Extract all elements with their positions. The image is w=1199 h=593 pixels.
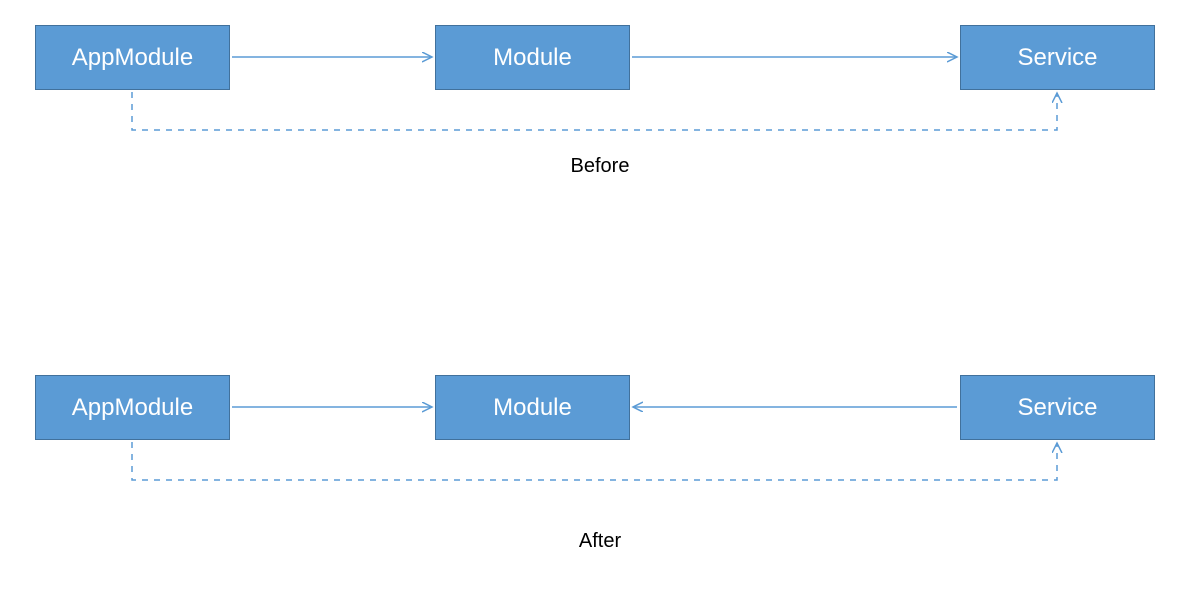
box-service-after: Service [960,375,1155,440]
caption-after: After [550,530,650,553]
box-module-after: Module [435,375,630,440]
arrow-app-to-service-dashed-after [132,442,1057,480]
box-module-before: Module [435,25,630,90]
box-service-before: Service [960,25,1155,90]
box-appmodule-before: AppModule [35,25,230,90]
arrow-app-to-service-dashed-before [132,92,1057,130]
box-appmodule-after: AppModule [35,375,230,440]
caption-before: Before [550,155,650,178]
